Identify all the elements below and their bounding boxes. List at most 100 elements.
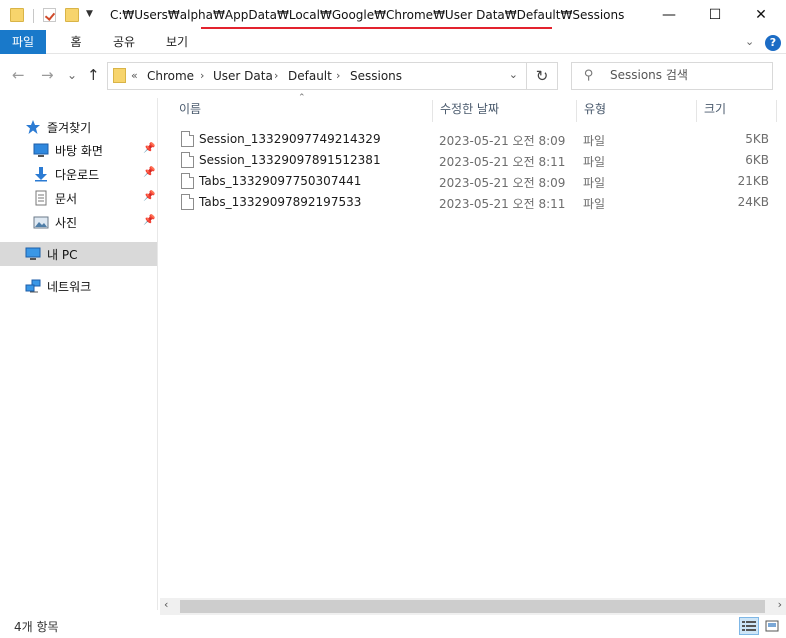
breadcrumb-separator-icon[interactable]: › (200, 69, 204, 82)
forward-button[interactable]: → (41, 66, 54, 84)
file-date: 2023-05-21 오전 8:11 (439, 155, 566, 169)
address-bar[interactable]: « Chrome › User Data › Default › Session… (107, 62, 527, 90)
help-button[interactable]: ? (765, 35, 781, 51)
separator (33, 9, 34, 23)
tab-home[interactable]: 홈 (60, 30, 92, 54)
sidebar-item-pictures[interactable]: 사진 📌 (0, 210, 157, 234)
sidebar-item-label: 즐겨찾기 (47, 121, 92, 135)
sort-ascending-icon: ⌃ (298, 93, 306, 103)
details-view-button[interactable] (739, 617, 759, 635)
file-date: 2023-05-21 오전 8:11 (439, 197, 566, 211)
table-row[interactable]: Session_13329097891512381 2023-05-21 오전 … (172, 150, 782, 171)
sidebar-item-desktop[interactable]: 바탕 화면 📌 (0, 138, 157, 162)
item-count: 4개 항목 (14, 620, 59, 634)
network-icon (25, 279, 41, 293)
sidebar-item-label: 내 PC (47, 248, 78, 262)
column-divider[interactable] (432, 100, 433, 122)
column-divider[interactable] (776, 100, 777, 122)
sidebar-item-label: 네트워크 (47, 280, 92, 294)
scroll-right-icon[interactable]: › (778, 598, 782, 611)
minimize-button[interactable]: — (646, 0, 692, 30)
breadcrumb-default[interactable]: Default (288, 69, 332, 83)
pin-icon: 📌 (143, 167, 156, 178)
customize-quick-access-icon[interactable]: ▼ (86, 9, 93, 19)
file-size: 24KB (737, 195, 769, 209)
breadcrumb-separator-icon[interactable]: › (274, 69, 278, 82)
large-icons-view-icon (765, 620, 779, 632)
ribbon: 파일 홈 공유 보기 ⌄ ? (0, 30, 786, 54)
folder-icon (10, 8, 24, 22)
table-row[interactable]: Tabs_13329097892197533 2023-05-21 오전 8:1… (172, 192, 782, 213)
search-icon: ⚲ (584, 68, 594, 83)
document-icon (35, 190, 47, 206)
status-bar: 4개 항목 (0, 615, 786, 638)
column-divider[interactable] (696, 100, 697, 122)
sidebar-item-documents[interactable]: 문서 📌 (0, 186, 157, 210)
breadcrumb-separator-icon[interactable]: › (336, 69, 340, 82)
sidebar-item-network[interactable]: 네트워크 (0, 274, 157, 298)
file-name: Session_13329097749214329 (199, 132, 381, 146)
address-history-dropdown-icon[interactable]: ⌄ (509, 68, 518, 81)
file-name: Tabs_13329097892197533 (199, 195, 362, 209)
breadcrumb-sessions[interactable]: Sessions (350, 69, 402, 83)
expand-ribbon-icon[interactable]: ⌄ (745, 35, 754, 48)
sidebar-item-label: 사진 (55, 216, 78, 230)
pin-icon: 📌 (143, 143, 156, 154)
search-box[interactable]: ⚲ (571, 62, 773, 90)
horizontal-scrollbar[interactable]: ‹ › (160, 598, 786, 615)
column-header-type[interactable]: 유형 (584, 100, 606, 120)
new-folder-icon[interactable] (65, 8, 79, 22)
pc-icon (25, 247, 41, 260)
column-header-name[interactable]: 이름 (179, 100, 201, 120)
sidebar-item-this-pc[interactable]: 내 PC (0, 242, 157, 266)
scroll-thumb[interactable] (180, 600, 765, 613)
details-view-icon (742, 621, 756, 631)
recent-locations-button[interactable]: ⌄ (67, 68, 77, 82)
close-button[interactable]: ✕ (738, 0, 784, 30)
sidebar-item-label: 다운로드 (55, 168, 100, 182)
pin-icon: 📌 (143, 191, 156, 202)
sidebar-item-label: 바탕 화면 (55, 144, 103, 158)
tab-view[interactable]: 보기 (157, 30, 197, 54)
file-icon (181, 152, 194, 168)
back-button[interactable]: ← (12, 66, 25, 84)
window-title: C:₩Users₩alpha₩AppData₩Local₩Google₩Chro… (110, 8, 625, 22)
navigation-pane: 즐겨찾기 바탕 화면 📌 다운로드 📌 문서 📌 사진 📌 내 PC 네트워크 (0, 98, 158, 610)
refresh-button[interactable]: ↻ (526, 62, 558, 90)
file-type: 파일 (583, 155, 606, 169)
file-type: 파일 (583, 176, 606, 190)
pictures-icon (33, 216, 49, 229)
download-icon (35, 167, 47, 182)
search-input[interactable] (610, 68, 765, 82)
maximize-button[interactable]: ☐ (692, 0, 738, 30)
tab-share[interactable]: 공유 (104, 30, 144, 54)
column-divider[interactable] (576, 100, 577, 122)
scroll-left-icon[interactable]: ‹ (164, 598, 168, 611)
pin-icon: 📌 (143, 215, 156, 226)
sidebar-item-label: 문서 (55, 192, 78, 206)
file-icon (181, 194, 194, 210)
up-button[interactable]: ↑ (87, 66, 100, 84)
sidebar-item-quick-access[interactable]: 즐겨찾기 (0, 115, 157, 139)
title-underline (201, 27, 552, 29)
file-size: 6KB (745, 153, 769, 167)
table-row[interactable]: Tabs_13329097750307441 2023-05-21 오전 8:0… (172, 171, 782, 192)
file-type: 파일 (583, 197, 606, 211)
large-icons-view-button[interactable] (762, 617, 782, 635)
tab-file[interactable]: 파일 (0, 30, 46, 54)
file-size: 5KB (745, 132, 769, 146)
folder-icon (113, 68, 126, 83)
file-icon (181, 173, 194, 189)
table-row[interactable]: Session_13329097749214329 2023-05-21 오전 … (172, 129, 782, 150)
properties-icon[interactable] (43, 8, 56, 22)
breadcrumb-chrome[interactable]: Chrome (147, 69, 194, 83)
file-name: Session_13329097891512381 (199, 153, 381, 167)
file-type: 파일 (583, 134, 606, 148)
sidebar-item-downloads[interactable]: 다운로드 📌 (0, 162, 157, 186)
column-header-date[interactable]: 수정한 날짜 (440, 100, 499, 120)
column-header-size[interactable]: 크기 (704, 100, 726, 120)
star-icon (26, 120, 40, 134)
title-bar: ▼ C:₩Users₩alpha₩AppData₩Local₩Google₩Ch… (0, 0, 786, 30)
breadcrumb-user-data[interactable]: User Data (213, 69, 273, 83)
overflow-chevron[interactable]: « (131, 69, 138, 82)
